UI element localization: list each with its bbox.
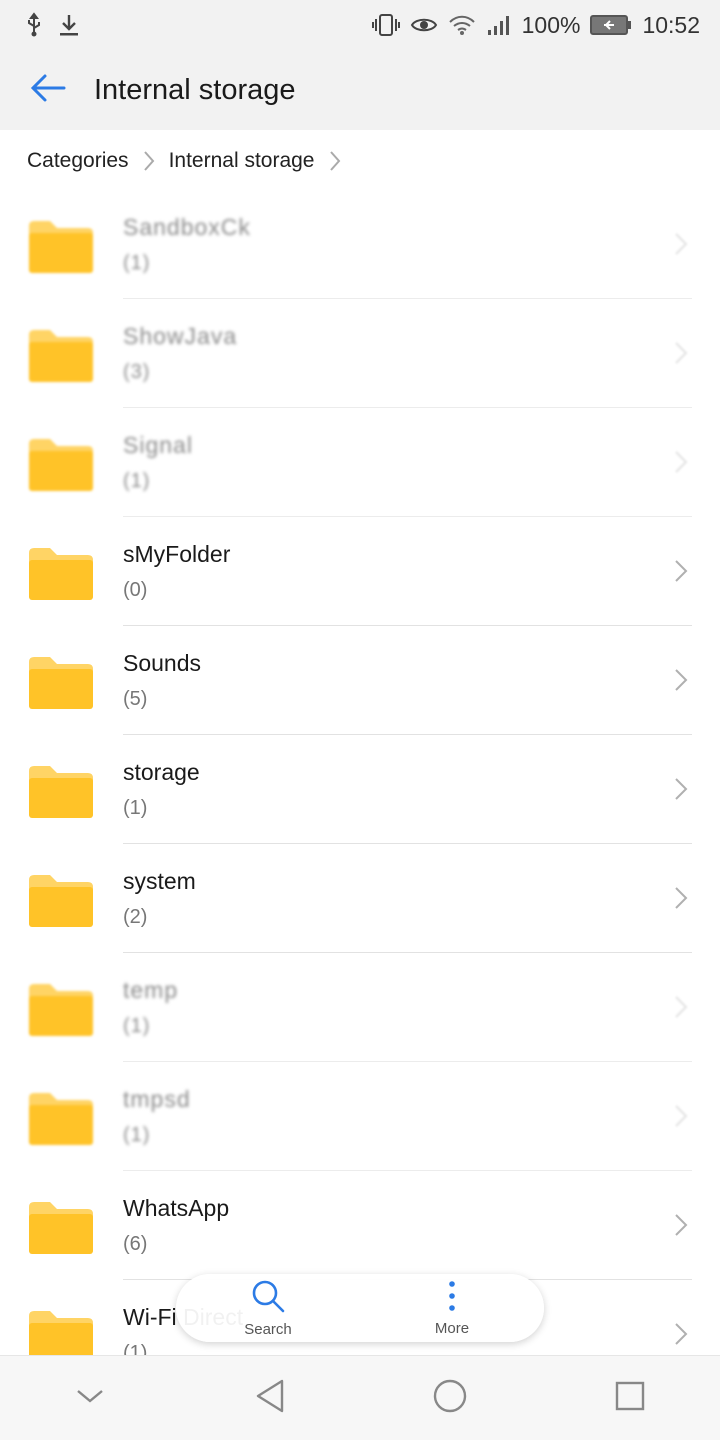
folder-name: sMyFolder — [123, 541, 231, 567]
folder-item-count: (5) — [123, 688, 148, 710]
folder-row[interactable]: sMyFolder (0) — [0, 517, 720, 626]
status-right: 100% 10:52 — [371, 11, 700, 39]
folder-row[interactable]: ShowJava (3) — [0, 299, 720, 408]
back-button[interactable] — [18, 60, 78, 120]
breadcrumb: Categories Internal storage — [0, 130, 720, 192]
chevron-right-icon — [674, 232, 688, 261]
folder-row[interactable]: Signal (1) — [0, 408, 720, 517]
breadcrumb-categories[interactable]: Categories — [27, 149, 129, 173]
folder-icon — [26, 545, 96, 601]
eye-icon — [410, 14, 438, 36]
folder-name: WhatsApp — [123, 1195, 230, 1221]
file-list: SandboxCk (1) ShowJava (3) Signal (1) sMyFolde… — [0, 190, 720, 1389]
search-button[interactable]: Search — [208, 1278, 328, 1338]
chevron-right-icon — [143, 150, 155, 172]
search-icon — [250, 1278, 286, 1319]
folder-row[interactable]: system (2) — [0, 844, 720, 953]
chevron-right-icon — [674, 668, 688, 697]
recents-icon — [614, 1380, 646, 1417]
wifi-icon — [448, 14, 476, 36]
usb-icon — [24, 12, 44, 38]
folder-item-count: (3) — [123, 361, 151, 383]
battery-icon — [590, 14, 632, 36]
nav-home-button[interactable] — [410, 1358, 490, 1438]
collapse-nav-button[interactable] — [50, 1358, 130, 1438]
folder-item-count: (0) — [123, 579, 148, 601]
folder-name: Sounds — [123, 650, 202, 676]
nav-back-button[interactable] — [230, 1358, 310, 1438]
folder-item-count: (1) — [123, 252, 151, 274]
folder-icon — [26, 436, 96, 492]
chevron-right-icon — [674, 450, 688, 479]
folder-name: Signal — [123, 432, 193, 458]
folder-icon — [26, 654, 96, 710]
status-left — [24, 12, 80, 38]
folder-name: storage — [123, 759, 200, 785]
folder-name: ShowJava — [123, 323, 238, 349]
folder-item-count: (1) — [123, 1124, 151, 1146]
more-vertical-icon — [446, 1279, 458, 1318]
more-button[interactable]: More — [392, 1279, 512, 1337]
search-label: Search — [244, 1321, 292, 1338]
folder-row[interactable]: tmpsd (1) — [0, 1062, 720, 1171]
floating-action-menu: Search More — [176, 1274, 544, 1342]
system-nav-bar — [0, 1355, 720, 1440]
folder-item-count: (1) — [123, 470, 151, 492]
chevron-right-icon — [674, 1213, 688, 1242]
folder-icon — [26, 872, 96, 928]
status-bar: 100% 10:52 — [0, 0, 720, 50]
folder-item-count: (1) — [123, 797, 148, 819]
signal-icon — [486, 14, 512, 36]
chevron-right-icon — [674, 1322, 688, 1351]
folder-name: system — [123, 868, 196, 894]
chevron-right-icon — [329, 150, 341, 172]
folder-icon — [26, 1090, 96, 1146]
folder-name: SandboxCk — [123, 214, 251, 240]
folder-name: tmpsd — [123, 1086, 191, 1112]
page-title: Internal storage — [94, 73, 296, 106]
chevron-right-icon — [674, 341, 688, 370]
chevron-right-icon — [674, 777, 688, 806]
back-icon — [254, 1378, 286, 1419]
folder-name: temp — [123, 977, 179, 1003]
chevron-right-icon — [674, 1104, 688, 1133]
folder-icon — [26, 218, 96, 274]
nav-recents-button[interactable] — [590, 1358, 670, 1438]
download-icon — [58, 12, 80, 38]
back-arrow-icon — [30, 73, 66, 108]
collapse-icon — [75, 1386, 105, 1411]
folder-row[interactable]: storage (1) — [0, 735, 720, 844]
home-icon — [432, 1378, 468, 1419]
folder-row[interactable]: WhatsApp (6) — [0, 1171, 720, 1280]
chevron-right-icon — [674, 886, 688, 915]
folder-row[interactable]: Sounds (5) — [0, 626, 720, 735]
folder-row[interactable]: SandboxCk (1) — [0, 190, 720, 299]
folder-icon — [26, 981, 96, 1037]
breadcrumb-internal-storage[interactable]: Internal storage — [169, 149, 315, 173]
folder-item-count: (2) — [123, 906, 148, 928]
clock: 10:52 — [642, 11, 700, 38]
chevron-right-icon — [674, 559, 688, 588]
vibrate-icon — [371, 13, 400, 37]
folder-icon — [26, 327, 96, 383]
app-bar: Internal storage — [0, 50, 720, 130]
chevron-right-icon — [674, 995, 688, 1024]
folder-icon — [26, 1199, 96, 1255]
more-label: More — [434, 1320, 470, 1337]
folder-item-count: (1) — [123, 1015, 151, 1037]
folder-icon — [26, 763, 96, 819]
folder-row[interactable]: temp (1) — [0, 953, 720, 1062]
battery-percent: 100% — [521, 11, 581, 38]
folder-item-count: (6) — [123, 1233, 148, 1255]
